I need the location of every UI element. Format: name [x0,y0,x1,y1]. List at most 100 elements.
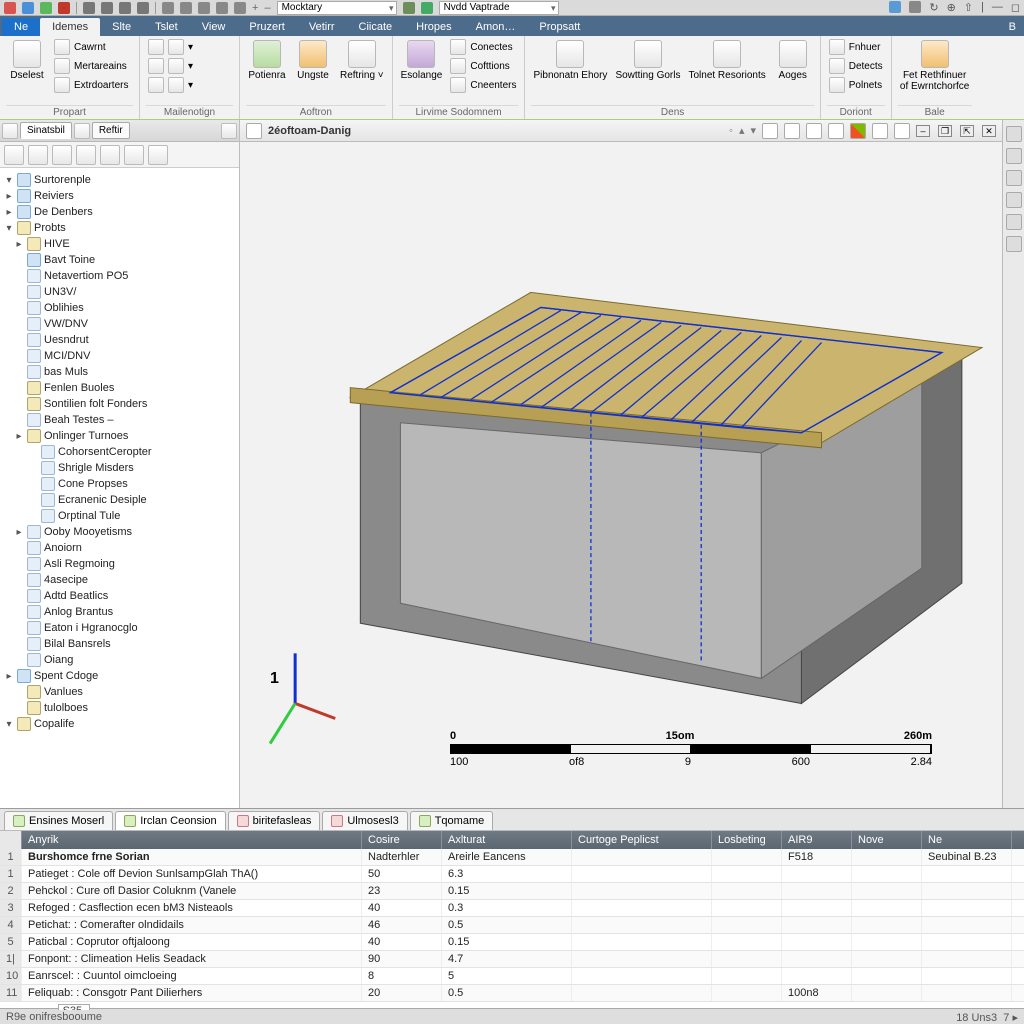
vp-tool-icon[interactable] [762,123,778,139]
polnets-button[interactable]: Polnets [827,76,885,94]
view-icon[interactable] [246,123,262,139]
qat-icon[interactable] [162,2,174,14]
qat-icon[interactable] [889,1,901,13]
navigator-tab[interactable]: Sinatsbil [20,122,72,139]
qat-icon[interactable] [83,2,95,14]
col-header[interactable]: Anyrik [22,831,362,849]
table-row[interactable]: 11Feliquab: : Consgotr Pant Dilierhers20… [0,985,1024,1002]
vp-tool-icon[interactable] [828,123,844,139]
3d-canvas[interactable]: 1 0 15om 260m 100 of8 9 600 2.84 [240,142,1002,808]
tree-node[interactable]: ▸Onlinger Turnoes [0,428,239,444]
qat-icon[interactable] [40,2,52,14]
table-row[interactable]: 10Eanrscel: : Cuuntol oimcloeing85 [0,968,1024,985]
tree-node[interactable]: MCI/DNV [0,348,239,364]
ribbon-tab[interactable]: View [190,18,238,36]
qat-icon[interactable] [198,2,210,14]
windows-icon[interactable] [850,123,866,139]
project-tree[interactable]: ▾Surtorenple▸Reiviers▸De Denbers▾Probts▸… [0,168,239,808]
vp-tool-icon[interactable] [872,123,888,139]
small-button[interactable]: ▾ [146,38,195,56]
ribbon-tab[interactable]: Pruzert [237,18,296,36]
vp-tool-icon[interactable]: ◦ [729,125,733,137]
qat-icon[interactable] [22,2,34,14]
tree-node[interactable]: ▾Copalife [0,716,239,732]
tree-node[interactable]: Fenlen Buoles [0,380,239,396]
ribbon-tab[interactable]: Ciicate [347,18,405,36]
right-tool-icon[interactable] [1006,214,1022,230]
tool-button[interactable] [100,145,120,165]
ribbon-tab[interactable]: Propsatt [527,18,592,36]
qat-icon[interactable] [216,2,228,14]
tree-node[interactable]: ▾Surtorenple [0,172,239,188]
ribbon-tab[interactable]: Idemes [40,18,100,36]
tree-node[interactable]: CohorsentCeropter [0,444,239,460]
file-tab[interactable]: Ne [2,18,40,36]
tree-node[interactable]: Oiang [0,652,239,668]
tree-node[interactable]: 4asecipe [0,572,239,588]
vp-tool-icon[interactable] [784,123,800,139]
tool-button[interactable] [4,145,24,165]
right-tool-icon[interactable] [1006,236,1022,252]
tree-node[interactable]: VW/DNV [0,316,239,332]
vp-tool-icon[interactable]: ▴ [739,124,745,137]
fet-button[interactable]: Fet Rethfinuer of Ewrntchorfce [898,38,972,94]
right-tool-icon[interactable] [1006,170,1022,186]
tree-node[interactable]: tulolboes [0,700,239,716]
tree-node[interactable]: Sontilien folt Fonders [0,396,239,412]
ribbon-tab[interactable]: Tslet [143,18,190,36]
tree-node[interactable]: ▸De Denbers [0,204,239,220]
navigator-tab[interactable]: Reftir [92,122,130,139]
reftring-button[interactable]: Reftring ˅ [338,38,386,83]
col-header[interactable]: Ne [922,831,1012,849]
table-row[interactable]: 4Petichat: : Comerafter olndidails460.5 [0,917,1024,934]
tree-node[interactable]: Bavt Toine [0,252,239,268]
tree-node[interactable]: Beah Testes – [0,412,239,428]
sowtting-button[interactable]: Sowtting Gorls [613,38,682,83]
view-minimize-icon[interactable]: ‒ [916,125,930,137]
col-header[interactable]: Cosire [362,831,442,849]
tree-node[interactable]: Orptinal Tule [0,508,239,524]
tree-node[interactable]: Cone Propses [0,476,239,492]
tree-node[interactable]: Oblihies [0,300,239,316]
table-row[interactable]: 1|Fonpont: : Climeation Helis Seadack904… [0,951,1024,968]
ribbon-tab[interactable]: Amon… [464,18,528,36]
data-grid[interactable]: Anyrik Cosire Axlturat Curtoge Peplicst … [0,831,1024,1008]
tree-node[interactable]: ▸Ooby Mooyetisms [0,524,239,540]
table-row[interactable]: 3Refoged : Casflection ecen bM3 Nisteaol… [0,900,1024,917]
bottom-tab[interactable]: Ensines Moserl [4,811,113,830]
dselect-button[interactable]: Dselest [6,38,48,83]
tree-node[interactable]: ▾Probts [0,220,239,236]
tree-node[interactable]: Bilal Bansrels [0,636,239,652]
tool-button[interactable] [124,145,144,165]
tree-node[interactable]: Ecranenic Desiple [0,492,239,508]
small-button[interactable]: ▾ [146,76,195,94]
esolange-button[interactable]: Esolange [399,38,445,83]
nav-home-icon[interactable] [2,123,18,139]
right-tool-icon[interactable] [1006,126,1022,142]
table-row[interactable]: 1Patieget : Cole off Devion SunlsampGlah… [0,866,1024,883]
meterains-button[interactable]: Mertareains [52,57,130,75]
view-restore-icon[interactable]: ❐ [938,125,952,137]
qat-icon[interactable] [421,2,433,14]
table-row[interactable]: 5Paticbal : Coprutor oftjaloong400.15 [0,934,1024,951]
tree-node[interactable]: Vanlues [0,684,239,700]
small-button[interactable]: ▾ [146,57,195,75]
pibnonatn-button[interactable]: Pibnonatn Ehory [531,38,609,83]
qat-icon[interactable] [58,2,70,14]
ribbon-tab[interactable]: Hropes [404,18,463,36]
ungste-button[interactable]: Ungste [292,38,334,83]
tree-node[interactable]: Netavertiom PO5 [0,268,239,284]
maximize-icon[interactable]: ◻ [1011,1,1020,14]
tool-button[interactable] [52,145,72,165]
tree-node[interactable]: Uesndrut [0,332,239,348]
tree-node[interactable]: ▸HIVE [0,236,239,252]
col-header[interactable]: Axlturat [442,831,572,849]
variant-combo[interactable]: Nvdd Vaptrade [439,1,559,15]
conectes-button[interactable]: Conectes [448,38,518,56]
vp-tool-icon[interactable]: ▾ [750,124,756,137]
bottom-tab[interactable]: biritefasleas [228,811,321,830]
qat-icon[interactable] [234,2,246,14]
qat-icon[interactable]: ⇧ [964,1,973,14]
table-row[interactable]: 2Pehckol : Cure ofl Dasior Coluknm (Vane… [0,883,1024,900]
cneenters-button[interactable]: Cneenters [448,76,518,94]
